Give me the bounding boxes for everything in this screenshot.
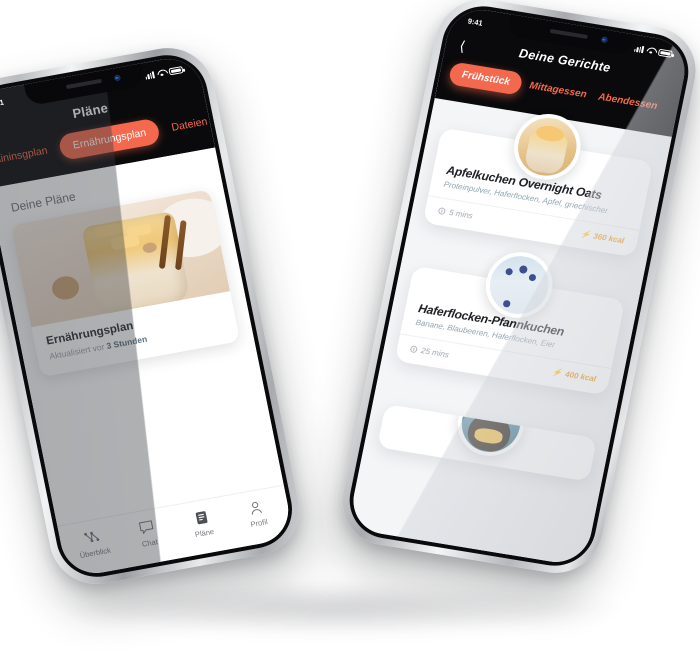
recipe-list: Apfelkuchen Overnight Oats Proteinpulver… xyxy=(347,80,676,568)
wifi-icon xyxy=(156,69,166,77)
left-phone-mockup: 9:41 Pläne Traininsgplan Ernährungsplan … xyxy=(0,40,308,592)
front-camera-icon xyxy=(113,74,121,82)
recipe-time: 25 mins xyxy=(409,344,450,360)
nav-label: Chat xyxy=(141,537,159,549)
recipe-kcal-label: 360 kcal xyxy=(592,231,625,246)
signal-bars-icon xyxy=(144,70,155,80)
recipe-card[interactable] xyxy=(377,403,598,482)
pancake-stack-photo xyxy=(484,251,554,319)
tab-ernaehrungsplan[interactable]: Ernährungsplan xyxy=(57,117,162,161)
earpiece-speaker-icon xyxy=(550,28,588,39)
nav-label: Profil xyxy=(249,517,269,530)
right-phone-mockup: 9:41 ⟨ Deine Gerichte Frühstück Mittages… xyxy=(334,0,700,580)
recipe-kcal-label: 400 kcal xyxy=(564,369,597,384)
plans-document-icon xyxy=(194,509,209,526)
wifi-icon xyxy=(646,46,656,54)
recipe-thumbnail xyxy=(451,403,531,461)
signal-bars-icon xyxy=(633,44,645,53)
scene-shadow xyxy=(60,580,620,636)
tab-fruehstueck[interactable]: Frühstück xyxy=(447,61,524,96)
right-phone-screen: 9:41 ⟨ Deine Gerichte Frühstück Mittages… xyxy=(347,4,691,568)
clock-icon xyxy=(437,207,447,216)
tab-trainingsplan[interactable]: Traininsgplan xyxy=(0,136,59,176)
lightning-bolt-icon: ⚡ xyxy=(579,229,592,240)
nav-item-chat[interactable]: Chat xyxy=(118,515,178,552)
nav-item-plaene[interactable]: Pläne xyxy=(172,505,232,542)
nav-item-profil[interactable]: Profil xyxy=(227,495,287,532)
tab-mittagessen[interactable]: Mittagessen xyxy=(523,74,593,107)
chat-bubble-icon xyxy=(138,519,155,536)
front-camera-icon xyxy=(600,36,608,44)
battery-icon xyxy=(168,65,184,75)
profile-person-icon xyxy=(248,499,265,516)
nav-label: Überblick xyxy=(78,545,112,561)
tab-abendessen[interactable]: Abendessen xyxy=(592,85,663,118)
recipe-kcal: ⚡ 400 kcal xyxy=(552,368,597,384)
updated-value: 3 Stunden xyxy=(105,333,149,351)
recipe-time-label: 25 mins xyxy=(420,346,450,360)
status-time: 9:41 xyxy=(0,97,5,109)
recipe-time: 5 mins xyxy=(437,206,474,221)
plan-card[interactable]: Ernährungsplan Aktualisiert vor 3 Stunde… xyxy=(10,189,241,378)
nav-item-ueberblick[interactable]: Überblick xyxy=(63,525,123,562)
bowl-photo xyxy=(456,403,526,457)
lightning-bolt-icon: ⚡ xyxy=(551,367,564,378)
earpiece-speaker-icon xyxy=(65,78,102,90)
recipe-card[interactable]: Haferflocken-Pfannkuchen Banane, Blaubee… xyxy=(394,247,626,396)
nav-label: Pläne xyxy=(194,526,215,540)
clock-icon xyxy=(409,345,418,354)
battery-icon xyxy=(657,48,674,58)
recipe-card[interactable]: Apfelkuchen Overnight Oats Proteinpulver… xyxy=(422,109,654,258)
phone-mockup-scene: 9:41 Pläne Traininsgplan Ernährungsplan … xyxy=(0,0,700,668)
status-time: 9:41 xyxy=(467,16,484,28)
overview-nodes-icon xyxy=(83,528,101,545)
recipe-time-label: 5 mins xyxy=(448,207,474,221)
walnut-shape xyxy=(50,274,81,302)
overnight-oats-photo xyxy=(512,113,582,180)
recipe-kcal: ⚡ 360 kcal xyxy=(580,229,625,245)
